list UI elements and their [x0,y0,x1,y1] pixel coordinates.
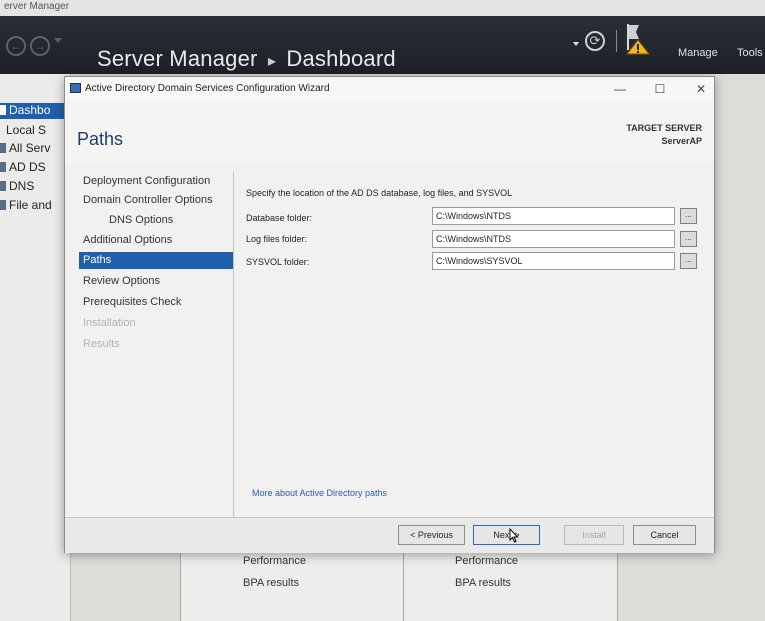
nav-review-options[interactable]: Review Options [79,273,234,290]
nav-dns-options[interactable]: DNS Options [79,212,234,229]
header-divider [616,30,617,52]
file-services-icon [0,200,6,210]
sidebar-item-all-servers[interactable]: All Serv [0,141,64,157]
cancel-button[interactable]: Cancel [633,525,696,545]
breadcrumb-separator-icon: ▸ [267,53,277,70]
manage-menu[interactable]: Manage [678,47,718,59]
outer-window-titlebar: erver Manager [0,0,765,16]
sidebar-item-label: Local S [6,123,47,137]
refresh-icon[interactable]: ⟳ [585,31,605,51]
close-icon[interactable]: ✕ [689,80,713,98]
tile-performance[interactable]: Performance [243,555,306,567]
sidebar-item-label: All Serv [9,141,51,155]
sidebar-item-label: File and [9,198,52,212]
page-title: Paths [77,129,124,149]
sidebar-item-file-services[interactable]: File and [0,198,64,214]
adds-wizard-icon [70,83,81,93]
target-server-name: ServerAP [661,136,702,146]
server-manager-header: ← → Server Manager ▸ Dashboard ⟳ Manage … [0,16,765,74]
adds-configuration-wizard: Active Directory Domain Services Configu… [64,76,715,553]
server-manager-sidebar: Dashbo Local S All Serv AD DS DNS File a… [0,74,71,621]
nav-results: Results [83,338,120,350]
sidebar-item-label: DNS [9,179,35,193]
wizard-titlebar[interactable]: Active Directory Domain Services Configu… [65,77,714,101]
notifications-flag-icon[interactable] [625,22,651,56]
tile-bpa-results[interactable]: BPA results [243,577,299,589]
install-button: Install [564,525,624,545]
breadcrumb-dashboard: Dashboard [286,46,396,71]
sysvol-folder-browse-button[interactable]: ... [680,253,697,269]
minimize-icon[interactable]: — [608,80,632,98]
paths-instructions: Specify the location of the AD DS databa… [246,188,513,198]
database-folder-browse-button[interactable]: ... [680,208,697,224]
nav-divider [233,172,234,532]
dns-icon [0,181,6,191]
sidebar-item-dashboard[interactable]: Dashbo [0,103,64,119]
role-tile[interactable]: Performance BPA results [403,551,618,621]
next-button[interactable]: Next > [473,525,540,545]
sidebar-item-local-server[interactable]: Local S [0,123,70,139]
nav-paths[interactable]: Paths [79,252,234,269]
sysvol-folder-label: SYSVOL folder: [246,257,310,267]
sidebar-item-dns[interactable]: DNS [0,179,64,195]
tile-performance[interactable]: Performance [455,555,518,567]
forward-arrow-icon[interactable]: → [30,36,50,56]
history-dropdown-icon[interactable] [54,38,62,43]
role-tile[interactable]: Performance BPA results [180,551,405,621]
nav-deployment-configuration[interactable]: Deployment Configuration [79,173,234,190]
log-files-folder-label: Log files folder: [246,234,308,244]
server-manager-breadcrumb: Server Manager ▸ Dashboard [97,46,396,72]
log-files-folder-browse-button[interactable]: ... [680,231,697,247]
sidebar-item-label: AD DS [9,160,46,174]
database-folder-label: Database folder: [246,213,313,223]
sysvol-folder-input[interactable] [432,252,675,270]
wizard-title: Active Directory Domain Services Configu… [85,83,330,94]
wizard-header [65,101,714,163]
more-about-paths-link[interactable]: More about Active Directory paths [252,488,387,498]
tile-bpa-results[interactable]: BPA results [455,577,511,589]
mouse-pointer-icon [508,527,520,544]
nav-additional-options[interactable]: Additional Options [79,232,234,249]
nav-domain-controller-options[interactable]: Domain Controller Options [79,192,234,209]
nav-prerequisites-check[interactable]: Prerequisites Check [79,294,234,311]
log-files-folder-input[interactable] [432,230,675,248]
app-title: Server Manager [97,46,258,71]
dashboard-icon [0,105,6,115]
previous-button[interactable]: < Previous [398,525,465,545]
tools-menu[interactable]: Tools [737,47,763,59]
adds-icon [0,162,6,172]
sidebar-item-label: Dashbo [9,103,51,117]
refresh-dropdown-icon[interactable] [573,42,579,46]
back-arrow-icon[interactable]: ← [6,36,26,56]
maximize-icon[interactable]: ☐ [648,80,672,98]
database-folder-input[interactable] [432,207,675,225]
sidebar-item-ad-ds[interactable]: AD DS [0,160,64,176]
outer-window-title: erver Manager [4,1,70,12]
servers-icon [0,143,6,153]
nav-installation: Installation [83,317,136,329]
target-server-label: TARGET SERVER [626,123,702,133]
